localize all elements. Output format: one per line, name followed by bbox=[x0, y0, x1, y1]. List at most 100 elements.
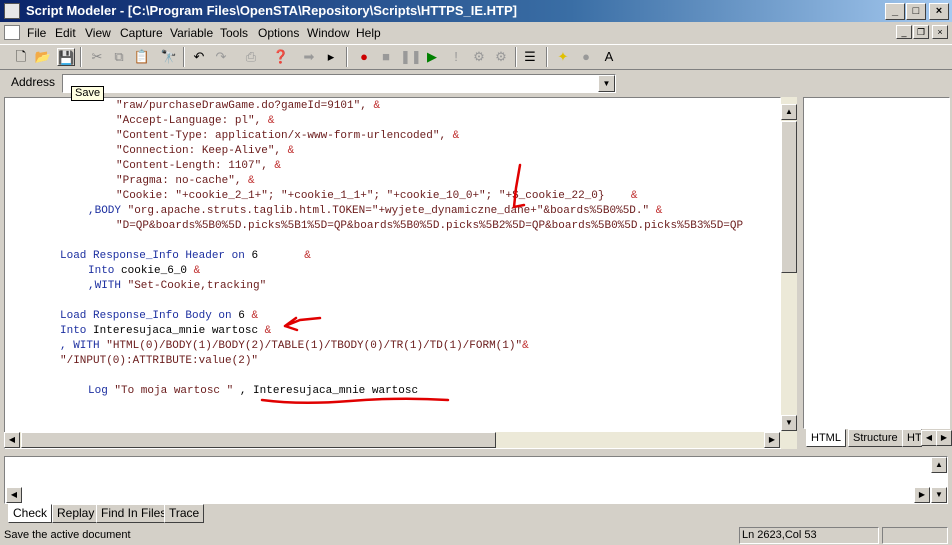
code-token: Into bbox=[88, 265, 122, 277]
code-line: "raw/purchaseDrawGame.do?gameId=9101", & bbox=[116, 99, 380, 114]
undo-icon[interactable]: ↶ bbox=[190, 48, 208, 66]
script-editor[interactable]: "raw/purchaseDrawGame.do?gameId=9101", &… bbox=[4, 97, 781, 449]
code-line: , WITH "HTML(0)/BODY(1)/BODY(2)/TABLE(1)… bbox=[60, 339, 529, 354]
redo-icon[interactable]: ↷ bbox=[212, 48, 230, 66]
code-line: Load Response_Info Header on 6 & bbox=[60, 249, 311, 264]
code-token: "Content-Type: application/x-www-form-ur… bbox=[116, 130, 447, 142]
menu-tools[interactable]: Tools bbox=[220, 26, 248, 40]
tab-ht[interactable]: HT bbox=[902, 429, 922, 447]
status-message: Save the active document bbox=[4, 529, 131, 541]
tab-trace[interactable]: Trace bbox=[164, 504, 205, 523]
chevron-down-icon[interactable]: ▼ bbox=[598, 75, 615, 92]
capture-icon[interactable]: ▸ bbox=[322, 48, 340, 66]
mdi-minimize-button[interactable]: _ bbox=[896, 25, 912, 39]
layers-icon[interactable]: ☰ bbox=[521, 48, 539, 66]
menu-variable[interactable]: Variable bbox=[170, 26, 213, 40]
paste-icon[interactable]: 📋 bbox=[133, 48, 151, 66]
mdi-restore-button[interactable]: ❐ bbox=[913, 25, 929, 39]
menu-options[interactable]: Options bbox=[258, 26, 299, 40]
code-token: & bbox=[281, 145, 295, 157]
scroll-down-icon[interactable]: ▼ bbox=[781, 415, 797, 431]
toolbar-separator bbox=[515, 47, 517, 67]
save-icon[interactable]: 💾 bbox=[57, 48, 75, 66]
find-replace-icon[interactable]: A bbox=[600, 48, 618, 66]
code-token: & bbox=[258, 250, 311, 262]
code-token: "raw/purchaseDrawGame.do?gameId=9101", bbox=[116, 100, 367, 112]
menu-help[interactable]: Help bbox=[356, 26, 381, 40]
app-icon[interactable] bbox=[4, 3, 20, 19]
html-tree-panel[interactable] bbox=[803, 97, 950, 429]
new-icon[interactable]: 🗋 bbox=[12, 48, 30, 66]
exclamation-icon[interactable]: ! bbox=[447, 48, 465, 66]
scroll-right-icon[interactable]: ▶ bbox=[914, 487, 930, 503]
settings-icon[interactable]: ⚙ bbox=[492, 48, 510, 66]
code-token: "D=QP&boards%5B0%5D.picks%5B1%5D=QP&boar… bbox=[116, 220, 744, 232]
scroll-right-icon[interactable]: ▶ bbox=[764, 432, 780, 448]
record-icon[interactable]: ● bbox=[355, 48, 373, 66]
scroll-up-icon[interactable]: ▲ bbox=[931, 457, 947, 473]
find-icon[interactable]: 🔭 bbox=[160, 48, 178, 66]
close-button[interactable]: × bbox=[929, 3, 949, 20]
code-token: & bbox=[522, 340, 529, 352]
editor-horizontal-scrollbar[interactable]: ◀ ▶ bbox=[4, 432, 781, 448]
scroll-right-icon[interactable]: ▶ bbox=[936, 430, 952, 446]
editor-vertical-scrollbar[interactable]: ▲ ▼ bbox=[781, 97, 797, 449]
status-panel bbox=[882, 527, 948, 544]
code-token: Load Response_Info Header on bbox=[60, 250, 252, 262]
code-token: "Cookie: "+cookie_2_1+"; "+cookie_1_1+";… bbox=[116, 190, 605, 202]
code-line: "Content-Length: 1107", & bbox=[116, 159, 281, 174]
star-icon[interactable]: ✦ bbox=[554, 48, 572, 66]
tab-check[interactable]: Check bbox=[8, 504, 53, 523]
tab-find-in-files[interactable]: Find In Files bbox=[96, 504, 172, 523]
toolbar-separator bbox=[346, 47, 348, 67]
code-token: & bbox=[261, 115, 275, 127]
play-icon[interactable]: ▶ bbox=[423, 48, 441, 66]
tab-replay[interactable]: Replay bbox=[52, 504, 100, 523]
address-input[interactable] bbox=[62, 74, 616, 93]
print-icon[interactable]: ⎙ bbox=[242, 48, 260, 66]
mdi-close-button[interactable]: × bbox=[932, 25, 948, 39]
tab-html[interactable]: HTML bbox=[806, 429, 846, 447]
dot-icon[interactable]: ● bbox=[577, 48, 595, 66]
code-token: "HTML(0)/BODY(1)/BODY(2)/TABLE(1)/TBODY(… bbox=[106, 340, 523, 352]
menu-window[interactable]: Window bbox=[307, 26, 350, 40]
scroll-left-icon[interactable]: ◀ bbox=[4, 432, 20, 448]
cut-icon[interactable]: ✂ bbox=[88, 48, 106, 66]
code-token: "Connection: Keep-Alive", bbox=[116, 145, 282, 157]
menu-capture[interactable]: Capture bbox=[120, 26, 163, 40]
code-token: Load Response_Info Body on bbox=[60, 310, 239, 322]
open-icon[interactable]: 📂 bbox=[34, 48, 52, 66]
gear-icon[interactable]: ⚙ bbox=[470, 48, 488, 66]
tab-structure[interactable]: Structure bbox=[848, 429, 903, 447]
code-token: Interesujaca_mnie wartosc bbox=[253, 385, 419, 397]
code-token: "Pragma: no-cache", bbox=[116, 175, 242, 187]
copy-icon[interactable]: ⧉ bbox=[110, 48, 128, 66]
menu-file[interactable]: File bbox=[27, 26, 46, 40]
code-line: Load Response_Info Body on 6 & bbox=[60, 309, 258, 324]
minimize-button[interactable]: _ bbox=[885, 3, 905, 20]
scroll-down-icon[interactable]: ▼ bbox=[931, 487, 947, 503]
maximize-button[interactable]: □ bbox=[906, 3, 926, 20]
scroll-thumb[interactable] bbox=[21, 432, 496, 448]
code-token: "To moja wartosc " bbox=[114, 385, 234, 397]
code-token: ,WITH bbox=[88, 280, 128, 292]
code-token: 6 bbox=[238, 310, 245, 322]
scroll-up-icon[interactable]: ▲ bbox=[781, 104, 797, 120]
scroll-left-icon[interactable]: ◀ bbox=[921, 430, 937, 446]
stop-icon[interactable]: ■ bbox=[377, 48, 395, 66]
code-line: "D=QP&boards%5B0%5D.picks%5B1%5D=QP&boar… bbox=[116, 219, 743, 234]
menu-view[interactable]: View bbox=[85, 26, 111, 40]
help-icon[interactable]: ❓ bbox=[272, 48, 290, 66]
code-line: "Cookie: "+cookie_2_1+"; "+cookie_1_1+";… bbox=[116, 189, 638, 204]
code-token: , bbox=[233, 385, 254, 397]
arrow-icon[interactable]: ➡ bbox=[300, 48, 318, 66]
scroll-left-icon[interactable]: ◀ bbox=[6, 487, 22, 503]
output-pane[interactable] bbox=[4, 456, 948, 504]
pause-icon[interactable]: ❚❚ bbox=[400, 48, 422, 66]
menu-edit[interactable]: Edit bbox=[55, 26, 76, 40]
code-token: cookie_6_0 bbox=[121, 265, 188, 277]
document-icon[interactable] bbox=[4, 25, 20, 40]
scroll-thumb[interactable] bbox=[781, 121, 797, 273]
code-token: Log bbox=[88, 385, 115, 397]
code-line: Log "To moja wartosc " , Interesujaca_mn… bbox=[88, 384, 418, 399]
